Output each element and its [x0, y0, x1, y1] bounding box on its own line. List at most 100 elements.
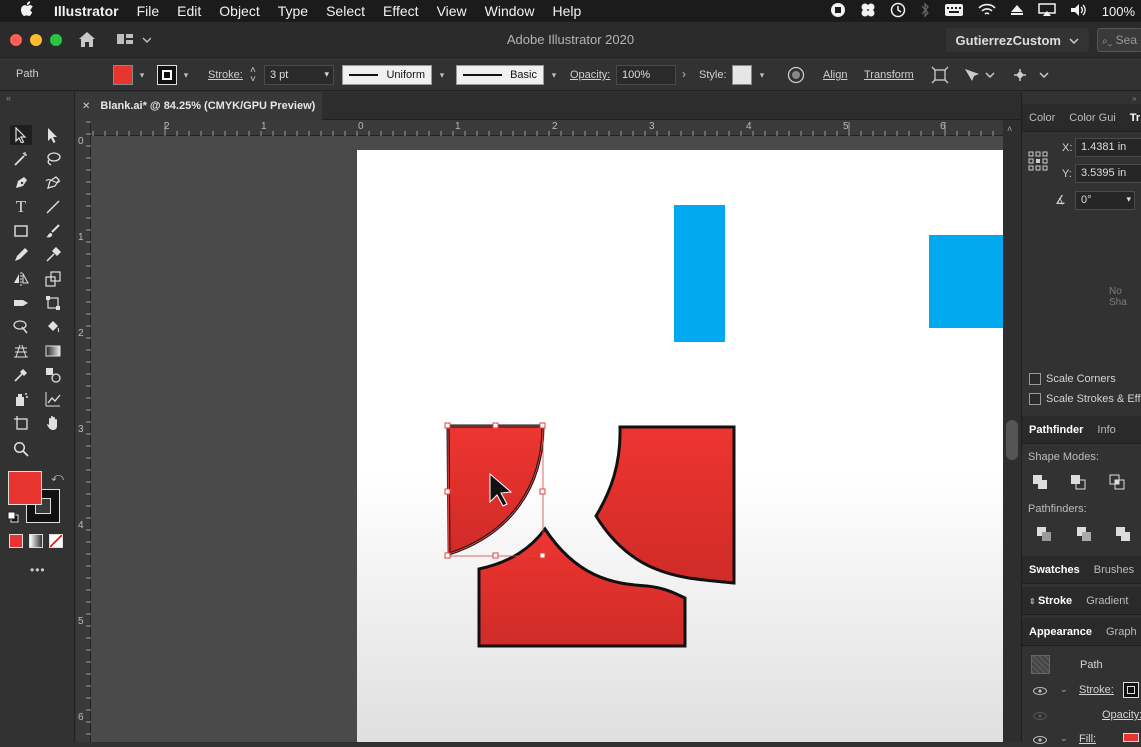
resize-handle[interactable]	[492, 422, 499, 429]
transform-link[interactable]: Transform	[864, 69, 914, 81]
chevron-down-icon[interactable]: ▾	[548, 69, 560, 81]
brush-definition[interactable]: Basic	[456, 65, 544, 85]
close-tab-icon[interactable]: ✕	[82, 101, 90, 112]
appearance-opacity-label[interactable]: Opacity:	[1102, 709, 1141, 721]
scrollbar-thumb[interactable]	[1006, 420, 1018, 460]
stroke-label[interactable]: Stroke:	[208, 69, 243, 81]
apple-menu-icon[interactable]	[20, 1, 34, 21]
appearance-stroke-swatch[interactable]	[1123, 682, 1139, 698]
stroke-weight-field[interactable]: 3 pt ▾	[264, 65, 334, 85]
tab-color-guide[interactable]: Color Gui	[1062, 112, 1122, 124]
chevron-right-icon[interactable]: ›	[678, 68, 690, 80]
rectangle-tool-icon[interactable]	[10, 221, 32, 241]
align-link[interactable]: Align	[823, 69, 847, 81]
puppet-warp-icon[interactable]	[1012, 66, 1052, 87]
scroll-up-icon[interactable]: ˄	[1007, 124, 1012, 134]
volume-icon[interactable]	[1070, 3, 1088, 20]
app-menu[interactable]: Illustrator	[54, 3, 119, 19]
curvature-tool-icon[interactable]	[42, 173, 64, 193]
free-transform-icon[interactable]	[42, 293, 64, 313]
time-machine-icon[interactable]	[890, 2, 906, 21]
resize-handle[interactable]	[539, 488, 546, 495]
pinwheel-icon[interactable]	[860, 2, 876, 21]
bluetooth-icon[interactable]	[920, 1, 930, 21]
line-tool-icon[interactable]	[42, 197, 64, 217]
gradient-mode-button[interactable]	[29, 534, 43, 548]
isolate-group-icon[interactable]	[931, 66, 949, 87]
merge-icon[interactable]	[1115, 526, 1131, 545]
vertical-scrollbar[interactable]: ˄	[1003, 120, 1021, 742]
artwork-layer[interactable]	[91, 136, 1003, 742]
x-position-field[interactable]: 1.4381 in	[1075, 138, 1141, 157]
workspace-switcher[interactable]: GutierrezCustom	[945, 28, 1089, 52]
selection-tool-icon[interactable]	[10, 125, 32, 145]
appearance-fill-label[interactable]: Fill:	[1079, 733, 1096, 745]
intersect-icon[interactable]	[1109, 474, 1125, 493]
tab-swatches[interactable]: Swatches	[1022, 564, 1087, 576]
divide-icon[interactable]	[1036, 526, 1052, 545]
gradient-tool-icon[interactable]	[42, 341, 64, 361]
menu-effect[interactable]: Effect	[383, 3, 419, 19]
wifi-icon[interactable]	[978, 3, 996, 20]
scale-strokes-option[interactable]: Scale Strokes & Effe	[1029, 393, 1141, 406]
live-paint-bucket-icon[interactable]	[42, 317, 64, 337]
scale-corners-checkbox[interactable]	[1029, 373, 1041, 386]
blue-rectangle-square[interactable]	[929, 235, 1003, 328]
rotate-angle-field[interactable]: 0° ▾	[1075, 191, 1135, 210]
variable-width-profile[interactable]: Uniform	[342, 65, 432, 85]
none-mode-button[interactable]	[49, 534, 63, 548]
direct-selection-tool-icon[interactable]	[42, 125, 64, 145]
tab-color[interactable]: Color	[1022, 112, 1062, 124]
menu-select[interactable]: Select	[326, 3, 365, 19]
reflect-tool-icon[interactable]	[10, 269, 32, 289]
chevron-down-icon[interactable]: ▾	[436, 69, 448, 81]
eyedropper-tool-icon[interactable]	[10, 365, 32, 385]
collapse-panels-icon[interactable]: »	[1132, 94, 1136, 103]
fill-swatch[interactable]	[113, 65, 133, 85]
tab-gradient[interactable]: Gradient	[1079, 595, 1135, 607]
menu-help[interactable]: Help	[552, 3, 581, 19]
opacity-field[interactable]: 100%	[616, 65, 676, 85]
hand-tool-icon[interactable]	[42, 413, 64, 433]
reference-point-icon[interactable]	[1028, 151, 1048, 174]
stroke-swatch[interactable]	[157, 65, 177, 85]
menu-edit[interactable]: Edit	[177, 3, 201, 19]
menu-object[interactable]: Object	[219, 3, 259, 19]
tab-info[interactable]: Info	[1090, 424, 1122, 436]
edit-toolbar-button[interactable]: •••	[30, 563, 46, 577]
blue-rectangle-vertical[interactable]	[674, 205, 725, 342]
unite-icon[interactable]	[1032, 474, 1048, 493]
document-tab[interactable]: ✕ Blank.ai* @ 84.25% (CMYK/GPU Preview)	[76, 92, 322, 120]
type-tool-icon[interactable]: T	[10, 197, 32, 217]
magic-wand-icon[interactable]	[10, 149, 32, 169]
resize-handle[interactable]	[539, 552, 546, 559]
width-tool-icon[interactable]	[10, 293, 32, 313]
column-graph-icon[interactable]	[42, 389, 64, 409]
select-similar-icon[interactable]	[962, 66, 996, 87]
graphic-style-swatch[interactable]	[732, 65, 752, 85]
pen-tool-icon[interactable]	[10, 173, 32, 193]
scale-tool-icon[interactable]	[42, 269, 64, 289]
tab-transform[interactable]: Tr	[1123, 112, 1141, 124]
chevron-down-icon[interactable]: ⌄	[1060, 684, 1068, 695]
canvas-area[interactable]	[91, 136, 1003, 742]
keyboard-icon[interactable]	[944, 3, 964, 20]
lasso-icon[interactable]	[42, 149, 64, 169]
resize-handle[interactable]	[444, 488, 451, 495]
minus-front-icon[interactable]	[1070, 474, 1086, 493]
stop-recording-icon[interactable]	[830, 2, 846, 21]
fill-color-box[interactable]	[8, 471, 42, 505]
visibility-eye-icon[interactable]	[1033, 686, 1047, 698]
scale-corners-option[interactable]: Scale Corners	[1029, 373, 1116, 386]
airplay-icon[interactable]	[1038, 2, 1056, 20]
menu-type[interactable]: Type	[278, 3, 308, 19]
tab-brushes[interactable]: Brushes	[1087, 564, 1141, 576]
eject-icon[interactable]	[1010, 3, 1024, 20]
scale-strokes-checkbox[interactable]	[1029, 393, 1041, 406]
vertical-ruler[interactable]: 0 1 2 3 4 5 6	[76, 120, 91, 742]
chevron-down-icon[interactable]: ▾	[136, 69, 148, 81]
menu-view[interactable]: View	[437, 3, 467, 19]
appearance-fill-swatch[interactable]	[1123, 733, 1139, 742]
tab-graphic-styles[interactable]: Graph	[1099, 626, 1141, 638]
resize-handle[interactable]	[492, 552, 499, 559]
